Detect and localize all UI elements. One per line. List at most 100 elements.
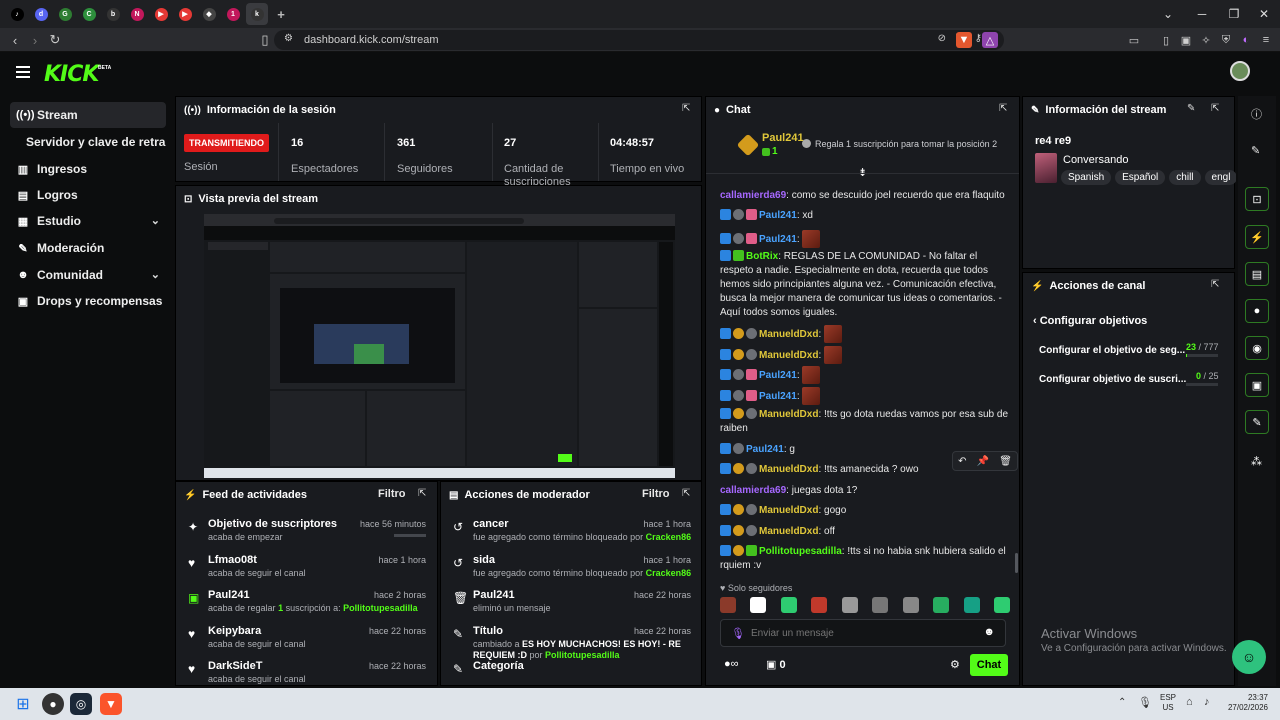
chat-username[interactable]: callamierda69 (720, 190, 786, 201)
forward-icon[interactable]: › (26, 31, 44, 49)
emote-icon[interactable] (902, 597, 919, 613)
pin-icon[interactable]: 📌 (977, 456, 989, 467)
layout-icon[interactable]: ⁂ (1251, 455, 1262, 468)
stream-category[interactable]: Conversando (1063, 154, 1128, 166)
volume-icon[interactable]: ♪ (1204, 696, 1210, 708)
emote-icon[interactable] (933, 597, 950, 613)
mic-tray-icon[interactable]: 🎙 (1138, 696, 1152, 709)
popout-icon[interactable]: ⇱ (682, 488, 694, 500)
back-to-goals-button[interactable]: ‹ Configurar objetivos (1033, 315, 1147, 327)
tag-chip[interactable]: chill (1169, 170, 1201, 185)
emote-icon[interactable] (720, 597, 736, 613)
mod-action-item[interactable]: ↺ cancer hace 1 hora fue agregado como térm… (449, 514, 695, 548)
mod-action-item[interactable]: ✎ Título hace 22 horas cambiado a ES HOY MU… (449, 621, 695, 660)
clock[interactable]: 23:37 27/02/2026 (1222, 693, 1268, 713)
browser-tab[interactable]: ◆ (198, 3, 220, 25)
leo-ai-icon[interactable]: ✧ (1198, 32, 1214, 48)
send-chat-button[interactable]: Chat (970, 654, 1008, 676)
popout-icon[interactable]: ⇱ (999, 103, 1011, 115)
feed-item[interactable]: ♥ Lfmao08t hace 1 hora acaba de seguir el c… (184, 550, 430, 584)
chat-message[interactable]: ManueldDxd: (720, 346, 1010, 364)
mic-icon[interactable]: 🎙 (731, 627, 745, 640)
browser-tab[interactable]: k (246, 3, 268, 25)
emote-icon[interactable] (993, 597, 1010, 613)
chat-username[interactable]: ManueldDxd (759, 350, 818, 361)
browser-tab[interactable]: ▶ (150, 3, 172, 25)
chat-scrollbar[interactable] (1015, 553, 1018, 573)
sidebar-item-comunidad[interactable]: ☻ Comunidad ⌄ (10, 262, 166, 288)
vpn-icon[interactable]: ⛨ (1218, 32, 1234, 48)
chat-message[interactable]: Paul241: xd (720, 209, 1010, 223)
key-icon[interactable]: ⚷ (975, 33, 982, 44)
category-thumbnail[interactable] (1035, 153, 1057, 183)
broadcast-icon[interactable]: ◉ (1245, 336, 1269, 360)
emote-icon[interactable] (811, 597, 828, 613)
kick-logo[interactable]: KICK (44, 62, 99, 87)
menu-icon[interactable] (16, 66, 30, 78)
tag-chip[interactable]: engl (1204, 170, 1236, 185)
feed-item[interactable]: ♥ DarkSideT hace 22 horas acaba de seguir e… (184, 656, 430, 685)
rewards-icon[interactable]: △ (982, 32, 998, 48)
feed-item[interactable]: ✦ Objetivo de suscriptores hace 56 minutos… (184, 514, 430, 548)
reader-icon[interactable]: ▭ (1126, 32, 1142, 48)
tray-expand-icon[interactable]: ⌃ (1118, 697, 1126, 708)
stream-preview-video[interactable] (204, 214, 675, 478)
sub-goal-button[interactable]: Configurar objetivo de suscri... (1039, 374, 1186, 385)
edit-icon[interactable]: ✎ (1251, 144, 1260, 157)
chat-message[interactable]: ManueldDxd: off (720, 525, 1010, 539)
chat-username[interactable]: Paul241 (759, 210, 797, 221)
reload-icon[interactable]: ↻ (46, 31, 64, 49)
moderator-user[interactable]: Cracken86 (646, 532, 692, 542)
emote-icon[interactable] (841, 597, 858, 613)
reply-icon[interactable]: ↶ (958, 456, 966, 467)
chat-message[interactable]: ManueldDxd: (720, 325, 1010, 343)
clip-icon[interactable]: ⊡ (1245, 187, 1269, 211)
close-icon[interactable]: ✕ (1248, 0, 1280, 28)
emote-icon[interactable] (963, 597, 980, 613)
brave-shields-icon[interactable]: ▼ (956, 32, 972, 48)
steam-icon[interactable]: ◎ (70, 693, 92, 715)
chat-username[interactable]: Pollitotupesadilla (759, 546, 842, 557)
avatar[interactable] (1230, 61, 1250, 81)
popout-icon[interactable]: ⇱ (1211, 103, 1223, 115)
chat-message[interactable]: ManueldDxd: !tts go dota ruedas vamos po… (720, 408, 1010, 436)
mod-action-item[interactable]: ✎ Categoría (449, 656, 695, 685)
browser-tab[interactable]: G (54, 3, 76, 25)
emoji-icon[interactable]: ☻ (983, 626, 995, 638)
sidebar-item-moderación[interactable]: ✎ Moderación (10, 235, 166, 261)
sidebar-toggle-icon[interactable]: ▯ (1158, 32, 1174, 48)
chat-message[interactable]: Paul241: (720, 366, 1010, 384)
chat-username[interactable]: callamierda69 (720, 485, 786, 496)
chat-username[interactable]: Paul241 (746, 444, 784, 455)
sidebar-item-stream[interactable]: ((•)) Stream (10, 102, 166, 128)
minimize-icon[interactable]: ─ (1186, 0, 1218, 28)
chevron-down-icon[interactable]: ⌄ (151, 268, 160, 281)
obs-icon[interactable]: ● (42, 693, 64, 715)
tracking-off-icon[interactable]: ⊘ (938, 33, 946, 44)
popout-icon[interactable]: ⇱ (682, 103, 694, 115)
tag-chip[interactable]: Spanish (1061, 170, 1112, 185)
follower-goal-button[interactable]: Configurar el objetivo de seg... (1039, 345, 1185, 356)
maximize-icon[interactable]: ❐ (1218, 0, 1250, 28)
browser-tab[interactable]: ▶ (174, 3, 196, 25)
browser-tab[interactable]: N (126, 3, 148, 25)
mod-action-item[interactable]: ↺ sida hace 1 hora fue agregado como términ… (449, 550, 695, 584)
back-icon[interactable]: ‹ (6, 31, 24, 49)
chat-username[interactable]: Paul241 (759, 234, 797, 245)
browser-tab[interactable]: ♪ (6, 3, 28, 25)
chat-message[interactable]: Paul241: (720, 230, 1010, 248)
chat-message[interactable]: BotRix: REGLAS DE LA COMUNIDAD - No falt… (720, 250, 1010, 320)
popout-icon[interactable]: ⇱ (1211, 279, 1223, 291)
sidebar-item-logros[interactable]: ▤ Logros (10, 182, 166, 208)
chat-username[interactable]: BotRix (746, 251, 778, 262)
network-icon[interactable]: ⌂ (1186, 696, 1193, 708)
pinned-user[interactable]: Paul241 (762, 132, 804, 144)
chat-username[interactable]: ManueldDxd (759, 526, 818, 537)
chat-settings-icon[interactable]: ⚙ (950, 658, 960, 671)
browser-tab[interactable]: 1 (222, 3, 244, 25)
browser-tab[interactable]: d (30, 3, 52, 25)
edit-icon[interactable]: ✎ (1187, 103, 1199, 115)
chat-input-box[interactable]: 🎙 ☻ (720, 619, 1006, 647)
chevron-down-icon[interactable]: ⌄ (151, 214, 160, 227)
chat-username[interactable]: ManueldDxd (759, 329, 818, 340)
